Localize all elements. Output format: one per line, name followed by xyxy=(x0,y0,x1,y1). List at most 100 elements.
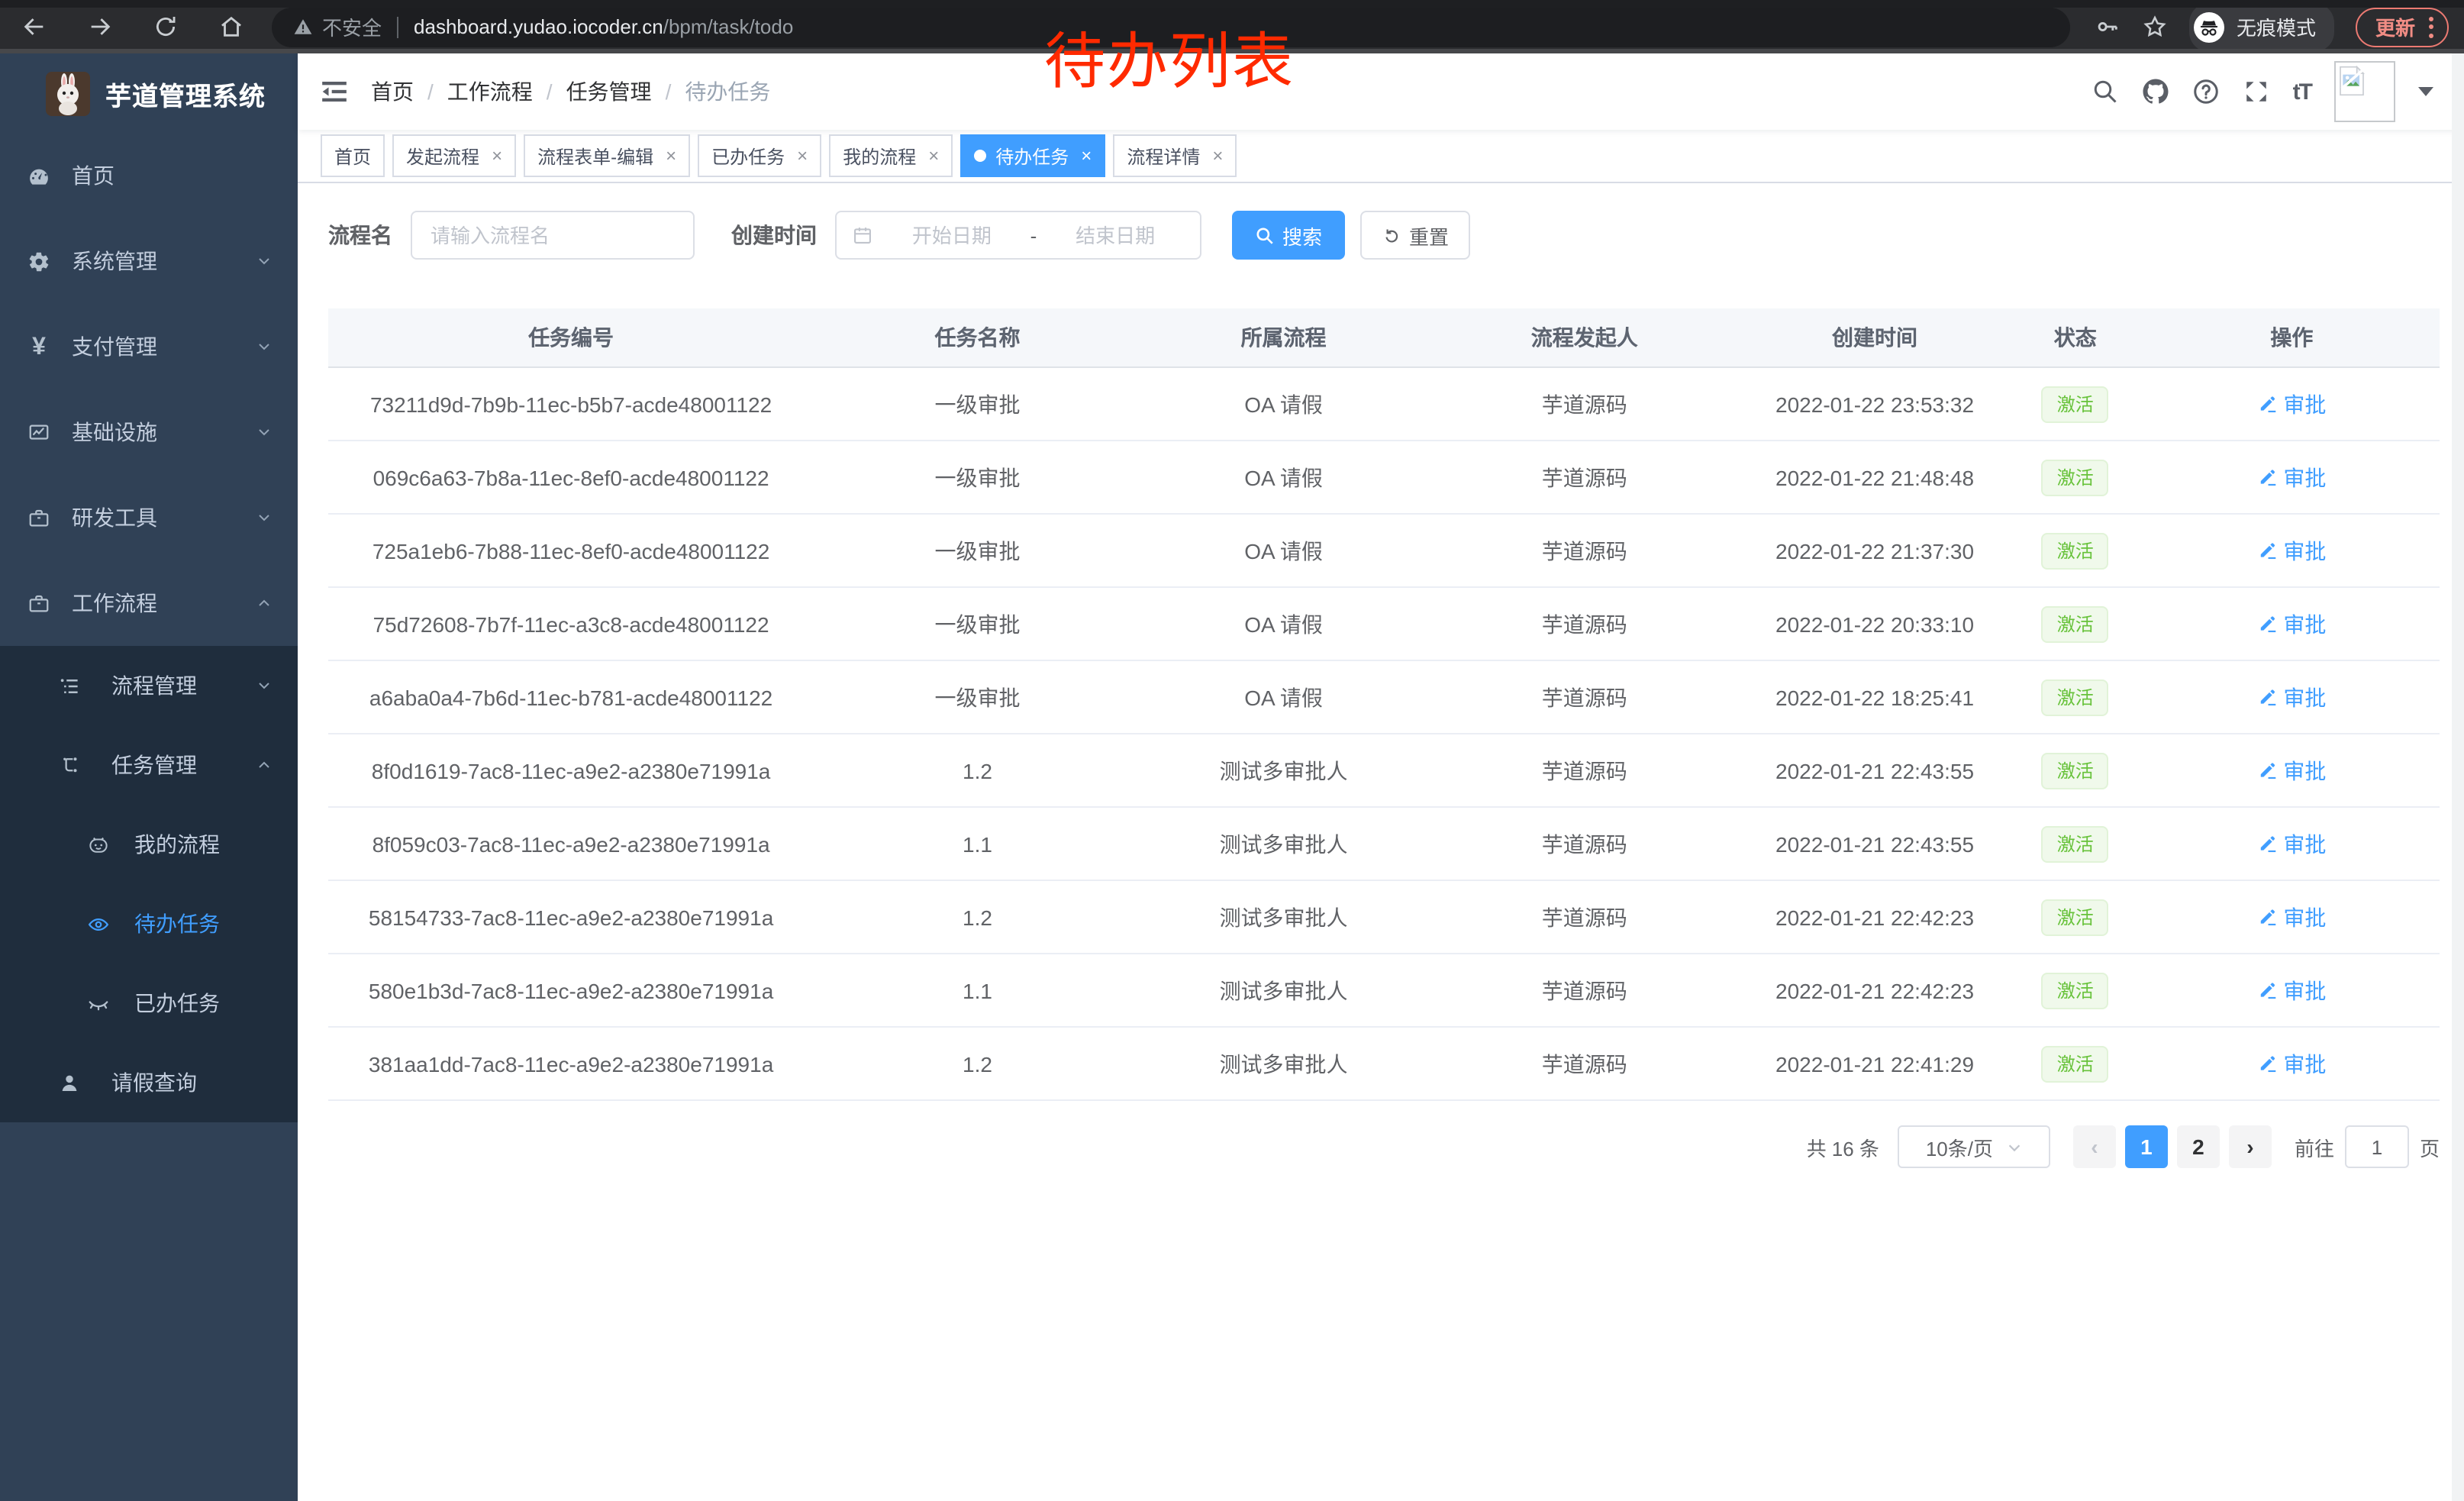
approve-button[interactable]: 审批 xyxy=(2257,462,2326,492)
goto-page-input[interactable] xyxy=(2345,1125,2409,1168)
close-icon[interactable]: × xyxy=(1078,145,1092,166)
sidebar-item-dev-tools[interactable]: 研发工具 xyxy=(0,475,298,560)
actions-cell: 审批 xyxy=(2144,514,2440,587)
browser-update-menu[interactable]: 更新 xyxy=(2356,7,2449,47)
sidebar-item-infrastructure[interactable]: 基础设施 xyxy=(0,389,298,475)
create-time-cell: 2022-01-21 22:42:23 xyxy=(1743,954,2007,1027)
sidebar-item-leave-query[interactable]: 请假查询 xyxy=(0,1043,298,1122)
close-icon[interactable]: × xyxy=(925,145,939,166)
tab[interactable]: 发起流程 × xyxy=(392,134,516,177)
approve-button[interactable]: 审批 xyxy=(2257,755,2326,786)
actions-cell: 审批 xyxy=(2144,734,2440,807)
date-range-picker[interactable]: - xyxy=(835,211,1201,260)
approve-button[interactable]: 审批 xyxy=(2257,828,2326,859)
tab[interactable]: 待办任务 × xyxy=(960,134,1105,177)
close-icon[interactable]: × xyxy=(663,145,676,166)
breadcrumb-home[interactable]: 首页 xyxy=(371,76,414,107)
sidebar-item-payment[interactable]: ¥ 支付管理 xyxy=(0,304,298,389)
font-size-icon[interactable]: tT xyxy=(2293,79,2311,105)
sidebar-item-task-management[interactable]: 任务管理 xyxy=(0,725,298,805)
create-time-cell: 2022-01-21 22:43:55 xyxy=(1743,734,2007,807)
status-badge: 激活 xyxy=(2042,899,2109,935)
scrollbar[interactable] xyxy=(2452,53,2464,1501)
tab[interactable]: 我的流程 × xyxy=(829,134,953,177)
task-id-cell: 580e1b3d-7ac8-11ec-a9e2-a2380e71991a xyxy=(328,954,814,1027)
tab[interactable]: 首页 xyxy=(321,134,385,177)
task-id-cell: 8f059c03-7ac8-11ec-a9e2-a2380e71991a xyxy=(328,807,814,880)
not-secure-icon xyxy=(293,17,313,37)
approve-button[interactable]: 审批 xyxy=(2257,535,2326,566)
page-button-2[interactable]: 2 xyxy=(2177,1125,2220,1168)
browser-forward-icon[interactable] xyxy=(87,14,113,40)
sidebar-item-label: 基础设施 xyxy=(72,417,157,447)
approve-button[interactable]: 审批 xyxy=(2257,389,2326,419)
create-time-cell: 2022-01-21 22:42:23 xyxy=(1743,880,2007,954)
breadcrumb-workflow[interactable]: 工作流程 xyxy=(447,76,533,107)
chevron-up-icon xyxy=(255,756,273,774)
avatar-caret-icon[interactable] xyxy=(2418,87,2433,96)
sidebar-collapse-icon[interactable] xyxy=(319,76,350,107)
key-icon[interactable] xyxy=(2095,14,2121,40)
task-name-cell: 一级审批 xyxy=(814,587,1141,660)
bookmark-star-icon[interactable] xyxy=(2142,14,2168,40)
browser-home-icon[interactable] xyxy=(218,14,244,40)
approve-button[interactable]: 审批 xyxy=(2257,902,2326,932)
sidebar-item-label: 已办任务 xyxy=(134,988,220,1018)
page-size-select[interactable]: 10条/页 xyxy=(1898,1125,2050,1168)
task-id-cell: 8f0d1619-7ac8-11ec-a9e2-a2380e71991a xyxy=(328,734,814,807)
sidebar-item-home[interactable]: 首页 xyxy=(0,133,298,218)
sidebar-item-done-tasks[interactable]: 已办任务 xyxy=(0,964,298,1043)
prev-page-button[interactable]: ‹ xyxy=(2073,1125,2116,1168)
table-row: 73211d9d-7b9b-11ec-b5b7-acde48001122 一级审… xyxy=(328,367,2440,441)
search-icon[interactable] xyxy=(2091,78,2119,105)
sidebar-item-label: 系统管理 xyxy=(72,246,157,276)
tab[interactable]: 流程详情 × xyxy=(1113,134,1237,177)
close-icon[interactable]: × xyxy=(1209,145,1223,166)
browser-reload-icon[interactable] xyxy=(153,14,179,40)
sidebar-item-todo-tasks[interactable]: 待办任务 xyxy=(0,884,298,964)
edit-pen-icon xyxy=(2257,687,2277,707)
task-id-cell: 73211d9d-7b9b-11ec-b5b7-acde48001122 xyxy=(328,367,814,441)
edit-pen-icon xyxy=(2257,394,2277,414)
starter-cell: 芋道源码 xyxy=(1426,1027,1743,1100)
start-date-input[interactable] xyxy=(882,222,1021,248)
url-bar[interactable]: 不安全 dashboard.yudao.iocoder.cn/bpm/task/… xyxy=(272,7,2070,47)
approve-button[interactable]: 审批 xyxy=(2257,975,2326,1006)
end-date-input[interactable] xyxy=(1046,222,1185,248)
tab[interactable]: 已办任务 × xyxy=(698,134,821,177)
approve-button[interactable]: 审批 xyxy=(2257,1048,2326,1079)
col-create-time: 创建时间 xyxy=(1743,308,2007,367)
calendar-icon xyxy=(852,224,873,246)
table-row: 069c6a63-7b8a-11ec-8ef0-acde48001122 一级审… xyxy=(328,441,2440,514)
tab[interactable]: 流程表单-编辑 × xyxy=(524,134,690,177)
sidebar-item-my-process[interactable]: 我的流程 xyxy=(0,805,298,884)
help-icon[interactable] xyxy=(2192,78,2220,105)
sidebar-item-workflow[interactable]: 工作流程 xyxy=(0,560,298,646)
page-button-1[interactable]: 1 xyxy=(2125,1125,2168,1168)
col-task-name: 任务名称 xyxy=(814,308,1141,367)
process-name-input[interactable] xyxy=(411,211,695,260)
approve-button[interactable]: 审批 xyxy=(2257,608,2326,639)
status-cell: 激活 xyxy=(2007,587,2144,660)
browser-back-icon[interactable] xyxy=(21,14,47,40)
avatar[interactable] xyxy=(2334,61,2395,122)
breadcrumb-task-management[interactable]: 任务管理 xyxy=(566,76,652,107)
sidebar-item-system[interactable]: 系统管理 xyxy=(0,218,298,304)
process-cell: OA 请假 xyxy=(1141,367,1426,441)
reset-button[interactable]: 重置 xyxy=(1360,211,1470,260)
close-icon[interactable]: × xyxy=(489,145,502,166)
chevron-up-icon xyxy=(255,594,273,612)
active-dot-icon xyxy=(974,150,986,162)
close-icon[interactable]: × xyxy=(794,145,808,166)
broken-image-icon xyxy=(2339,66,2365,96)
sidebar-item-label: 研发工具 xyxy=(72,502,157,533)
process-name-label: 流程名 xyxy=(328,220,392,250)
fullscreen-icon[interactable] xyxy=(2243,78,2270,105)
app-logo[interactable]: 芋道管理系统 xyxy=(0,53,298,133)
approve-button[interactable]: 审批 xyxy=(2257,682,2326,712)
status-cell: 激活 xyxy=(2007,734,2144,807)
next-page-button[interactable]: › xyxy=(2229,1125,2272,1168)
github-icon[interactable] xyxy=(2142,78,2169,105)
search-button[interactable]: 搜索 xyxy=(1232,211,1345,260)
sidebar-item-process-management[interactable]: 流程管理 xyxy=(0,646,298,725)
